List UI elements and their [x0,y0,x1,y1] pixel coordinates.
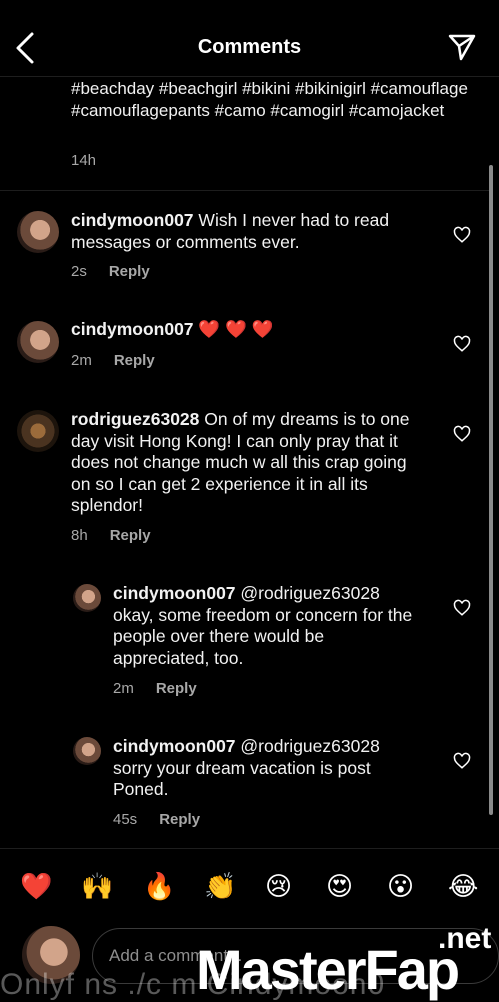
avatar[interactable] [17,410,59,452]
heart-icon[interactable] [453,752,471,770]
watermark-brand: MasterFap [196,938,460,1001]
heart-icon[interactable] [453,226,471,244]
comment-time: 2m [113,680,134,697]
comment-body: cindymoon007 Wish I never had to read me… [71,210,441,253]
reply-button[interactable]: Reply [156,680,197,697]
reply-button[interactable]: Reply [159,811,200,828]
caption-timestamp: 14h [71,152,97,169]
emoji-open-mouth[interactable]: 😮 [387,871,414,901]
comment-meta: 2m Reply [71,352,155,369]
reply-button[interactable]: Reply [114,352,155,369]
comment-meta: 45s Reply [113,811,200,828]
avatar[interactable] [17,321,59,363]
comment-username[interactable]: cindymoon007 [71,319,194,339]
comment-text: ❤️ ❤️ ❤️ [198,319,274,339]
comment-meta: 2s Reply [71,263,150,280]
comment-username[interactable]: cindymoon007 [113,736,236,756]
avatar[interactable] [73,737,101,765]
comment-body: rodriguez63028 On of my dreams is to one… [71,409,421,517]
emoji-fire[interactable]: 🔥 [143,871,175,901]
post-caption: #beachday #beachgirl #bikini #bikinigirl… [71,79,468,120]
comment-username[interactable]: cindymoon007 [113,583,236,603]
heart-icon[interactable] [453,335,471,353]
heart-icon[interactable] [453,599,471,617]
emoji-tears-of-joy[interactable]: 😂 [448,871,478,901]
comment-meta: 8h Reply [71,527,151,544]
heart-icon[interactable] [453,425,471,443]
comment-time: 2m [71,352,92,369]
comment-time: 8h [71,527,88,544]
reply-button[interactable]: Reply [110,527,151,544]
scrollbar[interactable] [489,165,493,815]
comment-username[interactable]: cindymoon007 [71,210,194,230]
comment-meta: 2m Reply [113,680,197,697]
divider [0,190,490,191]
comment-body: cindymoon007 @rodriguez63028 sorry your … [113,736,423,801]
avatar[interactable] [73,584,101,612]
comment-time: 45s [113,811,138,828]
comment-body: cindymoon007 @rodriguez63028 okay, some … [113,583,423,669]
emoji-red-heart[interactable]: ❤️ [20,871,52,901]
emoji-clapping-hands[interactable]: 👏 [204,871,236,901]
emoji-raising-hands[interactable]: 🙌 [81,871,113,901]
emoji-heart-eyes[interactable]: 😍 [326,871,353,901]
comment-time: 2s [71,263,87,280]
emoji-quick-bar: ❤️ 🙌 🔥 👏 😢 😍 😮 😂 [0,848,499,925]
avatar[interactable] [17,211,59,253]
reply-button[interactable]: Reply [109,263,150,280]
comment-username[interactable]: rodriguez63028 [71,409,199,429]
send-icon[interactable] [447,32,477,62]
page-title: Comments [197,36,302,58]
header-bar: Comments [0,0,499,77]
comment-body: cindymoon007 ❤️ ❤️ ❤️ [71,319,441,341]
watermark-logo: .net MasterFap [196,922,496,1000]
emoji-crying-face[interactable]: 😢 [265,871,292,901]
